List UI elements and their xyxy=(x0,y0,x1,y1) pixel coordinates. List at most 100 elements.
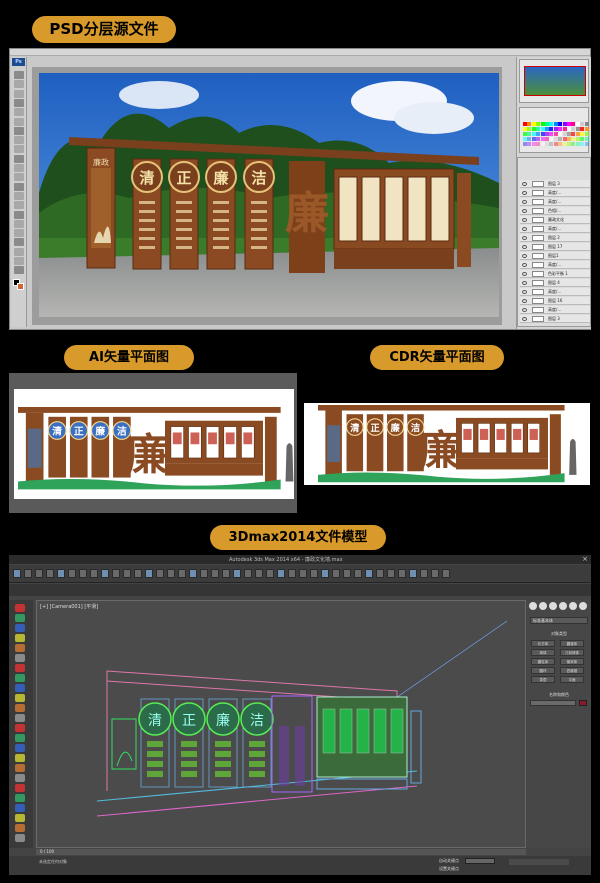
key-filter-dropdown[interactable] xyxy=(465,858,495,864)
color-swatch[interactable] xyxy=(536,127,541,131)
max-toolbar-button[interactable] xyxy=(233,569,241,578)
color-swatch[interactable] xyxy=(536,132,541,136)
color-swatch[interactable] xyxy=(531,127,536,131)
eye-icon[interactable] xyxy=(522,281,527,285)
max-tool-icon[interactable] xyxy=(15,734,25,742)
max-toolbar-button[interactable] xyxy=(387,569,395,578)
max-toolbar-button[interactable] xyxy=(35,569,43,578)
color-swatch[interactable] xyxy=(527,132,532,136)
command-panel-tab[interactable] xyxy=(579,602,587,610)
color-swatch[interactable] xyxy=(558,132,563,136)
color-swatch[interactable] xyxy=(531,142,536,146)
color-swatch[interactable] xyxy=(549,127,554,131)
command-panel-tab[interactable] xyxy=(549,602,557,610)
layer-row[interactable]: 图层 2 xyxy=(520,234,590,242)
color-swatch[interactable] xyxy=(531,137,536,141)
layer-row[interactable]: 图层 17 xyxy=(520,243,590,251)
ps-tool-button[interactable] xyxy=(14,117,24,126)
ps-tool-button[interactable] xyxy=(14,126,24,135)
color-swatch[interactable] xyxy=(527,142,532,146)
max-toolbar-button[interactable] xyxy=(211,569,219,578)
max-tool-icon[interactable] xyxy=(15,624,25,632)
color-swatch[interactable] xyxy=(553,127,558,131)
color-swatch[interactable] xyxy=(536,137,541,141)
ps-tool-button[interactable] xyxy=(14,89,24,98)
viewport-label[interactable]: [+] [Camera001] [平滑] xyxy=(40,603,98,610)
max-toolbar-button[interactable] xyxy=(200,569,208,578)
eye-icon[interactable] xyxy=(522,200,527,204)
create-object-button[interactable]: 圆环 xyxy=(531,667,555,674)
eye-icon[interactable] xyxy=(522,317,527,321)
max-toolbar-button[interactable] xyxy=(46,569,54,578)
max-tool-icon[interactable] xyxy=(15,784,25,792)
eye-icon[interactable] xyxy=(522,182,527,186)
color-swatch[interactable] xyxy=(545,122,549,126)
color-swatch[interactable] xyxy=(571,122,576,126)
max-toolbar-button[interactable] xyxy=(431,569,439,578)
max-toolbar-button[interactable] xyxy=(57,569,65,578)
color-swatch[interactable] xyxy=(567,122,571,126)
layer-row[interactable]: 高度/... xyxy=(520,288,590,296)
max-tool-icon[interactable] xyxy=(15,834,25,842)
max-toolbar-button[interactable] xyxy=(178,569,186,578)
max-tool-icon[interactable] xyxy=(15,684,25,692)
eye-icon[interactable] xyxy=(522,218,527,222)
max-toolbar-button[interactable] xyxy=(13,569,21,578)
create-object-button[interactable]: 几何球体 xyxy=(560,649,584,656)
max-toolbar-button[interactable] xyxy=(244,569,252,578)
color-swatch[interactable] xyxy=(549,137,554,141)
color-swatch[interactable] xyxy=(584,122,589,126)
color-swatch[interactable] xyxy=(562,137,567,141)
layer-row[interactable]: 高度/... xyxy=(520,225,590,233)
color-swatch[interactable] xyxy=(523,122,527,126)
color-swatch[interactable] xyxy=(553,122,558,126)
eye-icon[interactable] xyxy=(522,299,527,303)
max-toolbar-button[interactable] xyxy=(354,569,362,578)
color-swatch[interactable] xyxy=(567,127,571,131)
color-swatch[interactable] xyxy=(540,132,545,136)
eye-icon[interactable] xyxy=(522,245,527,249)
max-toolbar-button[interactable] xyxy=(277,569,285,578)
background-color-swatch[interactable] xyxy=(17,283,24,290)
ps-tool-button[interactable] xyxy=(14,108,24,117)
max-toolbar-button[interactable] xyxy=(365,569,373,578)
create-object-button[interactable]: 长方体 xyxy=(531,640,555,647)
camera-viewport[interactable]: [+] [Camera001] [平滑] 清 正 廉 洁 xyxy=(36,600,526,848)
object-color-swatch[interactable] xyxy=(579,700,587,706)
create-object-button[interactable]: 圆柱体 xyxy=(531,658,555,665)
color-swatch[interactable] xyxy=(567,137,571,141)
color-swatch[interactable] xyxy=(527,127,532,131)
max-toolbar-button[interactable] xyxy=(24,569,32,578)
max-toolbar-button[interactable] xyxy=(420,569,428,578)
max-toolbar-button[interactable] xyxy=(288,569,296,578)
eye-icon[interactable] xyxy=(522,308,527,312)
eye-icon[interactable] xyxy=(522,227,527,231)
color-swatch[interactable] xyxy=(575,127,580,131)
color-swatch[interactable] xyxy=(584,127,589,131)
layer-row[interactable]: 高度/... xyxy=(520,198,590,206)
create-object-button[interactable]: 茶壶 xyxy=(531,676,555,683)
color-swatch[interactable] xyxy=(562,142,567,146)
max-tool-icon[interactable] xyxy=(15,774,25,782)
eye-icon[interactable] xyxy=(522,236,527,240)
color-swatch[interactable] xyxy=(562,132,567,136)
max-toolbar-button[interactable] xyxy=(90,569,98,578)
ps-tool-button[interactable] xyxy=(14,219,24,228)
auto-key-button[interactable]: 自动关键点 xyxy=(439,858,459,864)
color-swatch[interactable] xyxy=(549,142,554,146)
ps-tool-button[interactable] xyxy=(14,201,24,210)
max-tool-icon[interactable] xyxy=(15,664,25,672)
color-swatch[interactable] xyxy=(567,132,571,136)
close-icon[interactable]: × xyxy=(582,555,588,563)
ps-tool-button[interactable] xyxy=(14,136,24,145)
eye-icon[interactable] xyxy=(522,209,527,213)
color-swatch[interactable] xyxy=(580,132,585,136)
max-tool-icon[interactable] xyxy=(15,644,25,652)
color-swatch[interactable] xyxy=(527,122,532,126)
color-swatch[interactable] xyxy=(531,132,536,136)
color-swatch[interactable] xyxy=(580,137,585,141)
color-swatch[interactable] xyxy=(558,142,563,146)
ps-canvas[interactable]: 廉政 清正廉洁 廉 xyxy=(39,73,499,317)
set-key-button[interactable]: 设置关键点 xyxy=(439,866,459,872)
color-swatch[interactable] xyxy=(567,142,571,146)
